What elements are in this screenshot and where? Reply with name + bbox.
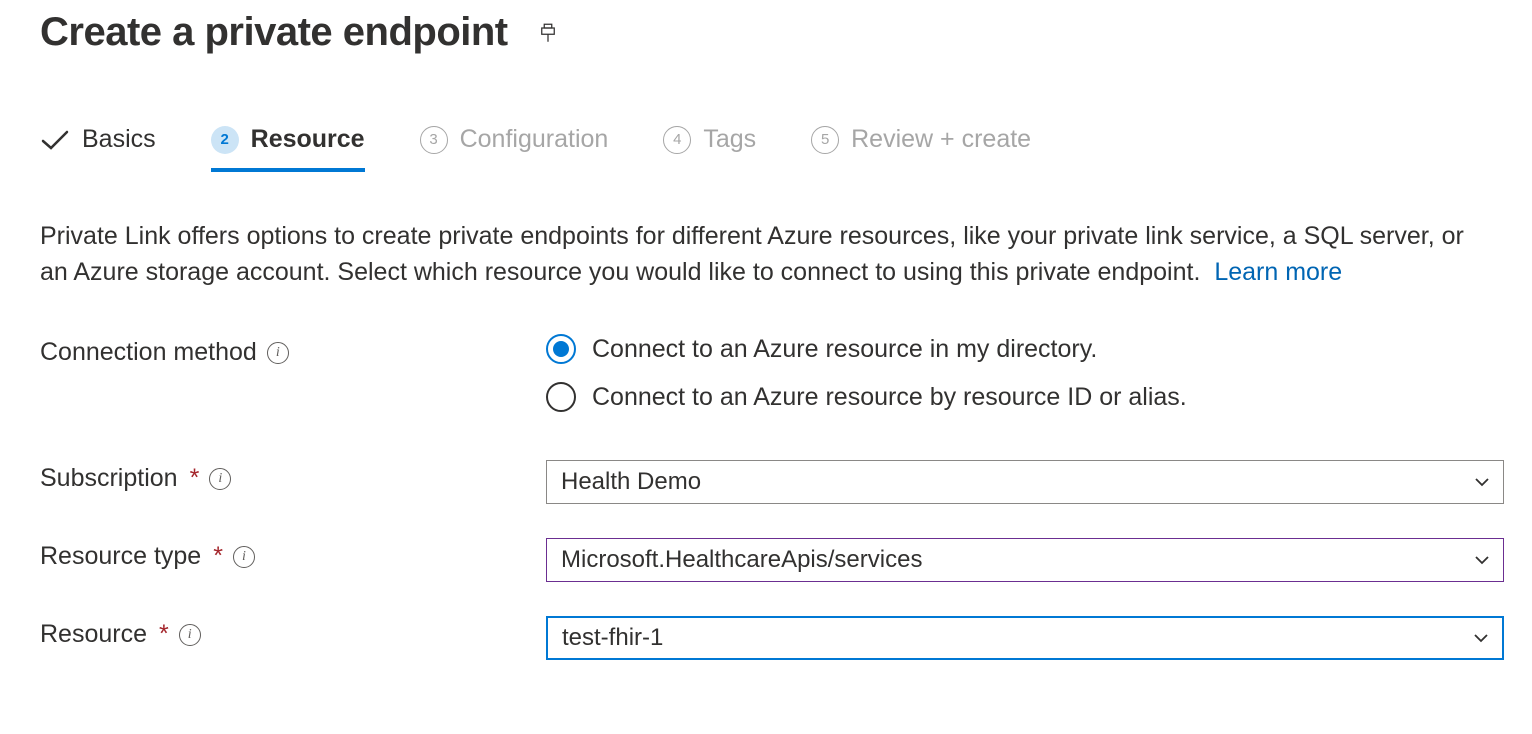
tab-tags[interactable]: 4 Tags	[663, 125, 756, 172]
tab-configuration[interactable]: 3 Configuration	[420, 125, 609, 172]
tab-review-create[interactable]: 5 Review + create	[811, 125, 1031, 172]
select-value: test-fhir-1	[562, 624, 663, 652]
required-indicator: *	[159, 620, 169, 649]
subscription-label: Subscription	[40, 464, 178, 493]
select-value: Health Demo	[561, 468, 701, 496]
resource-label: Resource	[40, 620, 147, 649]
required-indicator: *	[213, 542, 223, 571]
tab-label: Resource	[251, 125, 365, 154]
radio-icon	[546, 334, 576, 364]
tab-label: Basics	[82, 125, 156, 154]
tab-label: Review + create	[851, 125, 1031, 154]
radio-connect-directory[interactable]: Connect to an Azure resource in my direc…	[546, 334, 1492, 364]
connection-method-radio-group: Connect to an Azure resource in my direc…	[546, 334, 1492, 412]
wizard-tabs: Basics 2 Resource 3 Configuration 4 Tags…	[40, 125, 1492, 172]
info-icon[interactable]: i	[267, 342, 289, 364]
radio-label: Connect to an Azure resource in my direc…	[592, 335, 1097, 364]
radio-icon	[546, 382, 576, 412]
page-title: Create a private endpoint	[40, 10, 508, 55]
radio-connect-resource-id[interactable]: Connect to an Azure resource by resource…	[546, 382, 1492, 412]
resource-select[interactable]: test-fhir-1	[546, 616, 1504, 660]
chevron-down-icon	[1473, 473, 1491, 491]
chevron-down-icon	[1472, 629, 1490, 647]
required-indicator: *	[190, 464, 200, 493]
learn-more-link[interactable]: Learn more	[1214, 258, 1342, 286]
tab-resource[interactable]: 2 Resource	[211, 125, 365, 172]
step-number: 4	[663, 126, 691, 154]
radio-label: Connect to an Azure resource by resource…	[592, 383, 1187, 412]
info-icon[interactable]: i	[179, 624, 201, 646]
tab-basics[interactable]: Basics	[40, 125, 156, 172]
step-number: 3	[420, 126, 448, 154]
chevron-down-icon	[1473, 551, 1491, 569]
subscription-select[interactable]: Health Demo	[546, 460, 1504, 504]
resource-type-select[interactable]: Microsoft.HealthcareApis/services	[546, 538, 1504, 582]
pin-icon[interactable]	[538, 23, 558, 43]
tab-label: Tags	[703, 125, 756, 154]
connection-method-label: Connection method	[40, 338, 257, 367]
check-icon	[40, 128, 70, 152]
description-text: Private Link offers options to create pr…	[40, 218, 1490, 290]
tab-label: Configuration	[460, 125, 609, 154]
info-icon[interactable]: i	[233, 546, 255, 568]
info-icon[interactable]: i	[209, 468, 231, 490]
resource-type-label: Resource type	[40, 542, 201, 571]
step-number: 2	[211, 126, 239, 154]
select-value: Microsoft.HealthcareApis/services	[561, 546, 922, 574]
step-number: 5	[811, 126, 839, 154]
